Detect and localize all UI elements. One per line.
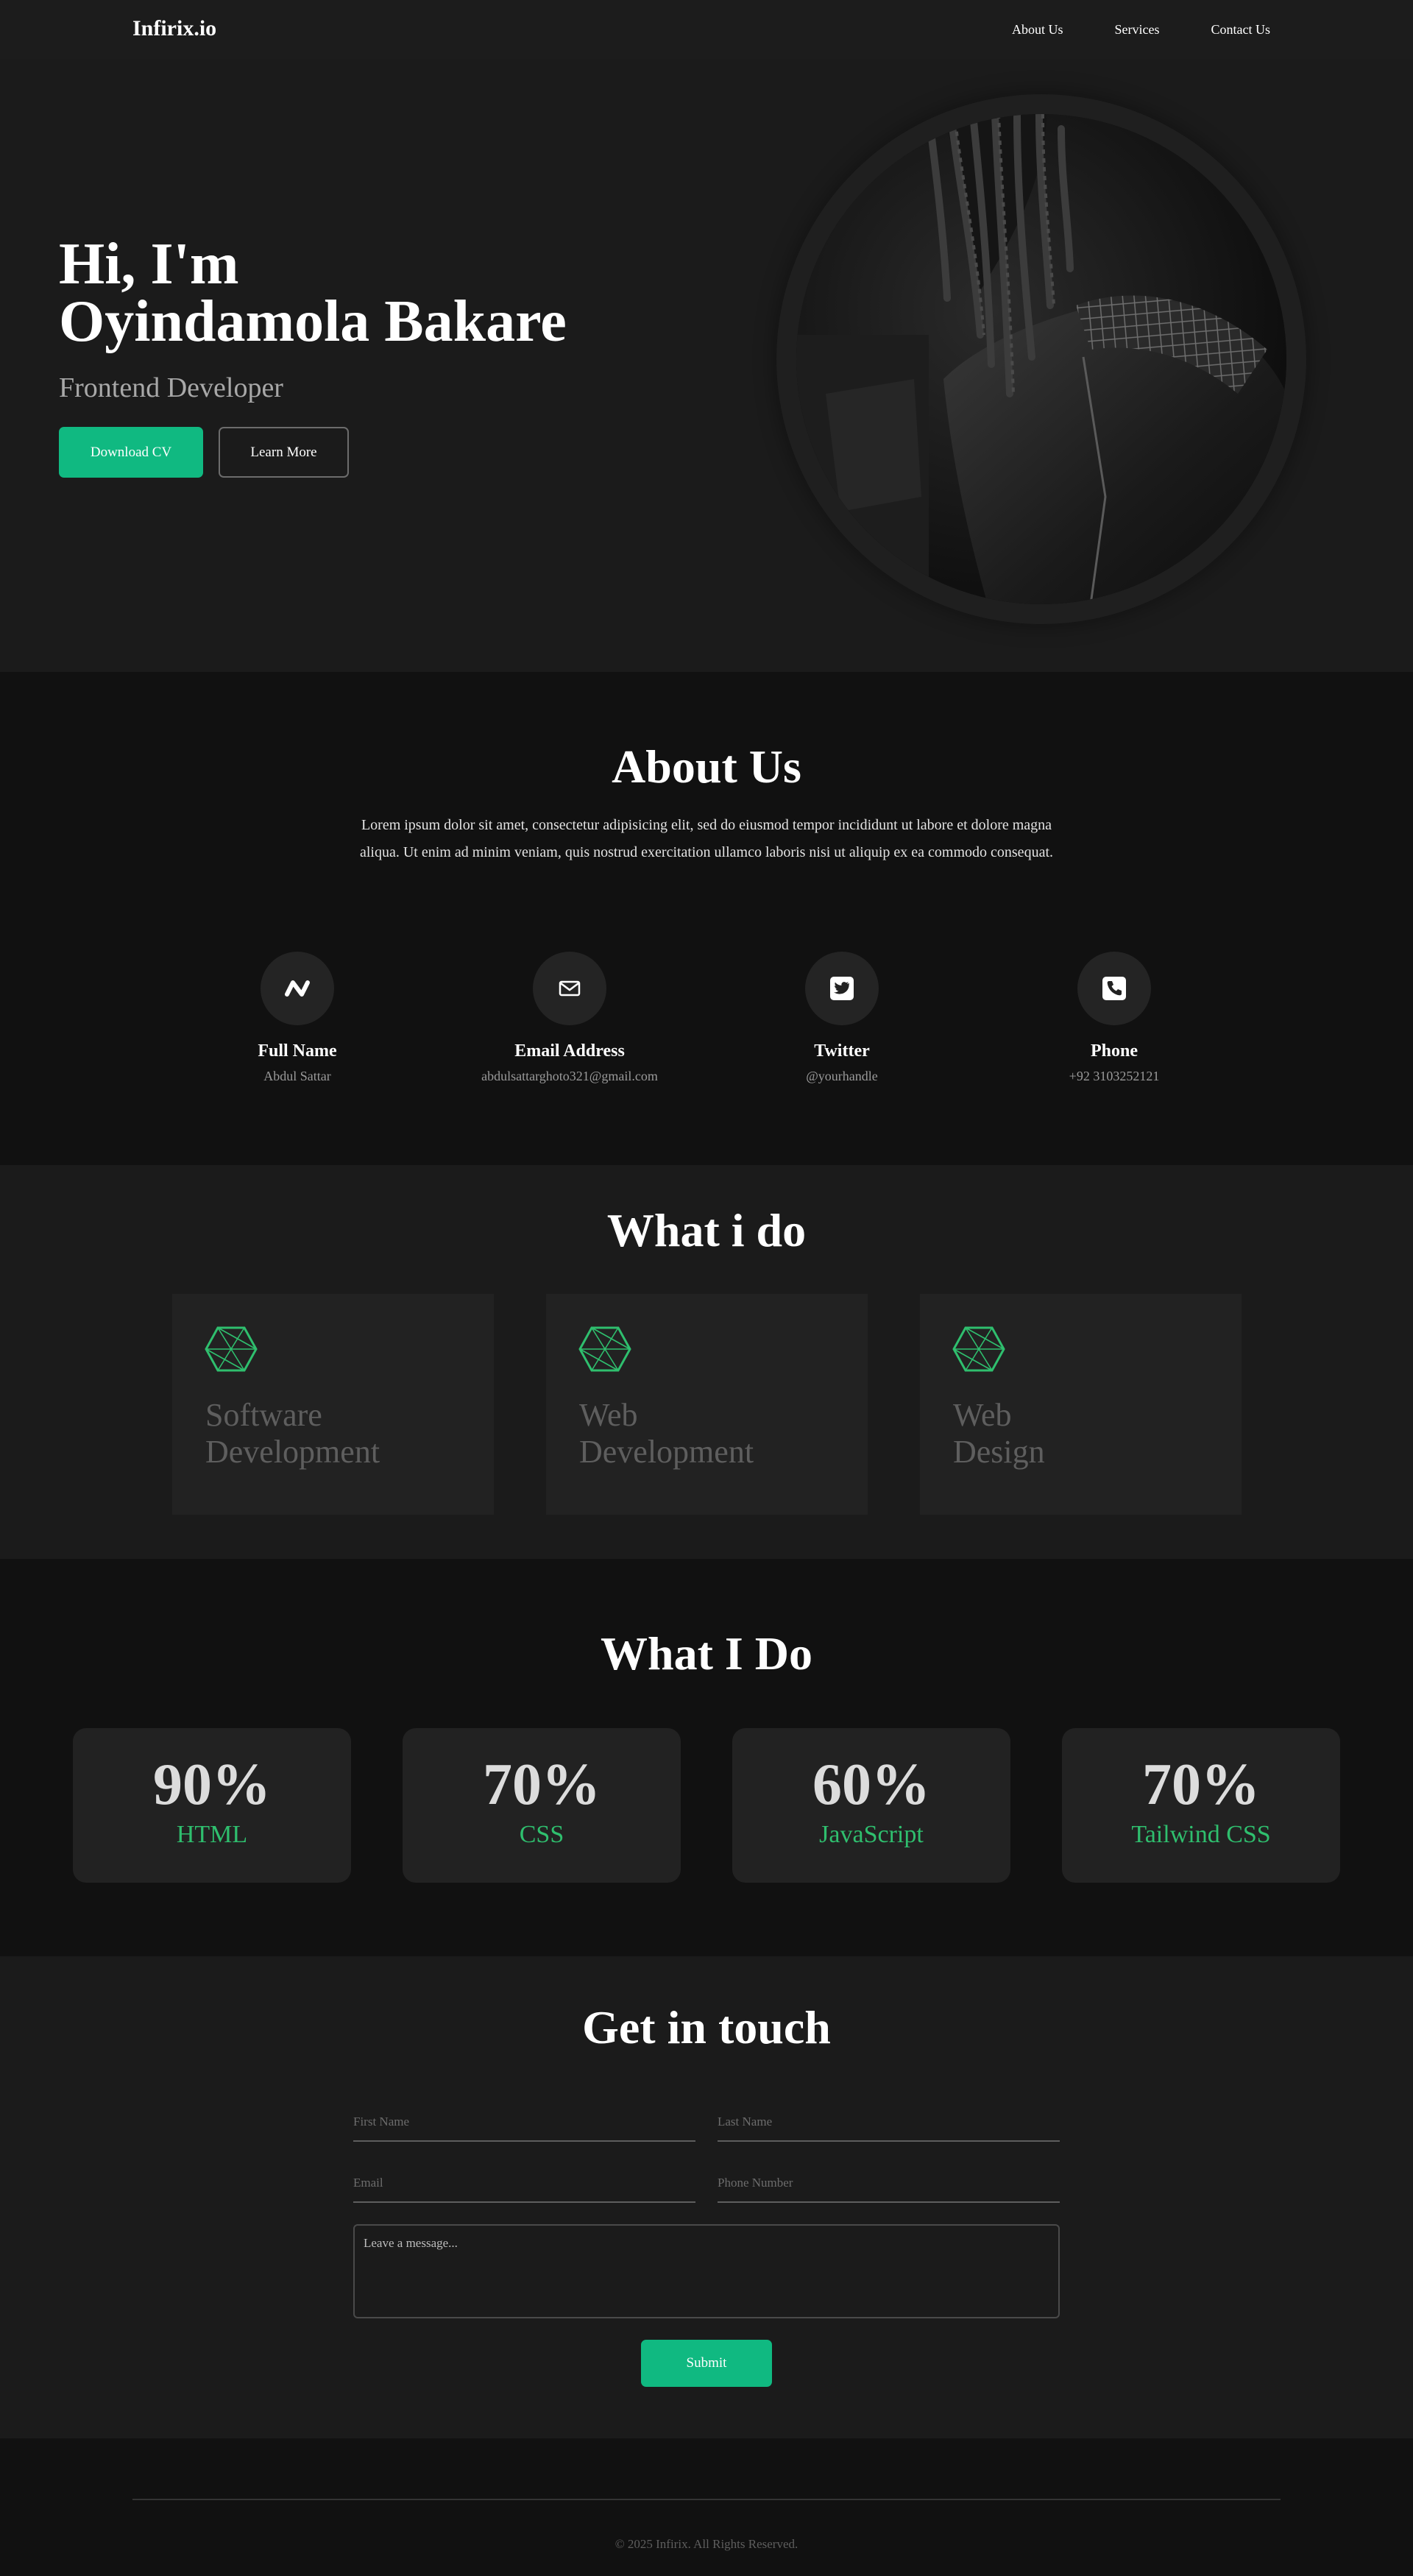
info-twitter: Twitter @yourhandle xyxy=(695,952,989,1084)
skill-name: JavaScript xyxy=(819,1821,924,1848)
service-title-line2: Development xyxy=(579,1434,754,1470)
n-logo-icon xyxy=(261,952,334,1025)
service-title-line1: Software xyxy=(205,1397,322,1433)
submit-button[interactable]: Submit xyxy=(641,2340,772,2387)
service-card[interactable]: Software Development xyxy=(172,1294,494,1515)
first-name-input[interactable] xyxy=(353,2103,695,2142)
info-email: Email Address abdulsattarghoto321@gmail.… xyxy=(422,952,717,1084)
footer-divider xyxy=(132,2499,1281,2500)
skill-card: 70% CSS xyxy=(403,1728,681,1883)
info-label: Full Name xyxy=(258,1041,337,1061)
service-card[interactable]: Web Design xyxy=(920,1294,1242,1515)
hexagon-icon xyxy=(952,1326,1005,1376)
contact-title: Get in touch xyxy=(582,2001,831,2053)
info-value[interactable]: @yourhandle xyxy=(695,1069,989,1084)
info-value: Abdul Sattar xyxy=(263,1069,331,1083)
services-section: What i do Software Development Web Devel… xyxy=(0,1165,1413,1559)
skills-title: What I Do xyxy=(600,1627,813,1680)
phone-icon[interactable] xyxy=(1077,952,1151,1025)
info-value[interactable]: +92 3103252121 xyxy=(967,1069,1261,1084)
skill-name: Tailwind CSS xyxy=(1131,1821,1271,1848)
about-title: About Us xyxy=(612,740,801,793)
about-section: About Us Lorem ipsum dolor sit amet, con… xyxy=(0,672,1413,1165)
twitter-icon[interactable] xyxy=(805,952,879,1025)
info-label: Email Address xyxy=(514,1041,625,1061)
service-title-line2: Design xyxy=(953,1434,1045,1470)
footer: © 2025 Infirix. All Rights Reserved. xyxy=(0,2438,1413,2576)
info-phone: Phone +92 3103252121 xyxy=(967,952,1261,1084)
skills-section: What I Do 90% HTML 70% CSS 60% JavaScrip… xyxy=(0,1559,1413,1956)
learn-more-button[interactable]: Learn More xyxy=(219,427,349,478)
mail-icon[interactable] xyxy=(533,952,606,1025)
nav-link-about[interactable]: About Us xyxy=(1012,22,1063,38)
service-card[interactable]: Web Development xyxy=(546,1294,868,1515)
about-text: Lorem ipsum dolor sit amet, consectetur … xyxy=(359,817,1053,860)
service-title: Web Development xyxy=(579,1397,754,1471)
skill-name: CSS xyxy=(519,1821,564,1848)
nav-link-services[interactable]: Services xyxy=(1115,22,1160,38)
service-title: Web Design xyxy=(953,1397,1045,1471)
service-title-line1: Web xyxy=(953,1397,1012,1433)
contact-section: Get in touch Submit xyxy=(0,1956,1413,2438)
skill-card: 90% HTML xyxy=(73,1728,351,1883)
message-textarea[interactable] xyxy=(353,2224,1060,2318)
skill-card: 70% Tailwind CSS xyxy=(1062,1728,1340,1883)
info-label: Twitter xyxy=(814,1041,870,1061)
nav-links: About Us Services Contact Us xyxy=(1012,22,1270,38)
hero-title-line2: Oyindamola Bakare xyxy=(59,289,567,354)
hexagon-icon xyxy=(578,1326,631,1376)
services-title: What i do xyxy=(606,1204,807,1256)
info-value[interactable]: abdulsattarghoto321@gmail.com xyxy=(422,1069,717,1084)
skill-name: HTML xyxy=(176,1821,248,1848)
profile-photo xyxy=(796,114,1286,604)
email-input[interactable] xyxy=(353,2165,695,2203)
brand-logo[interactable]: Infirix.io xyxy=(132,16,216,41)
skill-percentage: 60% xyxy=(812,1752,930,1817)
hero-section: Hi, I'm Oyindamola Bakare Frontend Devel… xyxy=(0,59,1413,672)
info-label: Phone xyxy=(1090,1041,1138,1061)
hero-title: Hi, I'm Oyindamola Bakare xyxy=(59,232,567,354)
hero-subtitle: Frontend Developer xyxy=(59,372,283,403)
skill-card: 60% JavaScript xyxy=(732,1728,1010,1883)
last-name-input[interactable] xyxy=(718,2103,1060,2142)
hero-title-line1: Hi, I'm xyxy=(59,232,239,297)
profile-photo-illustration xyxy=(796,114,1286,604)
service-title: Software Development xyxy=(205,1397,380,1471)
phone-number-input[interactable] xyxy=(718,2165,1060,2203)
service-title-line2: Development xyxy=(205,1434,380,1470)
footer-copyright: © 2025 Infirix. All Rights Reserved. xyxy=(615,2537,798,2551)
nav-link-contact[interactable]: Contact Us xyxy=(1211,22,1271,38)
service-title-line1: Web xyxy=(579,1397,638,1433)
info-full-name: Full Name Abdul Sattar xyxy=(150,952,445,1084)
hexagon-icon xyxy=(205,1326,258,1376)
navbar: Infirix.io About Us Services Contact Us xyxy=(0,0,1413,59)
download-cv-button[interactable]: Download CV xyxy=(59,427,203,478)
skill-percentage: 70% xyxy=(483,1752,601,1817)
skill-percentage: 70% xyxy=(1142,1752,1260,1817)
skill-percentage: 90% xyxy=(153,1752,271,1817)
